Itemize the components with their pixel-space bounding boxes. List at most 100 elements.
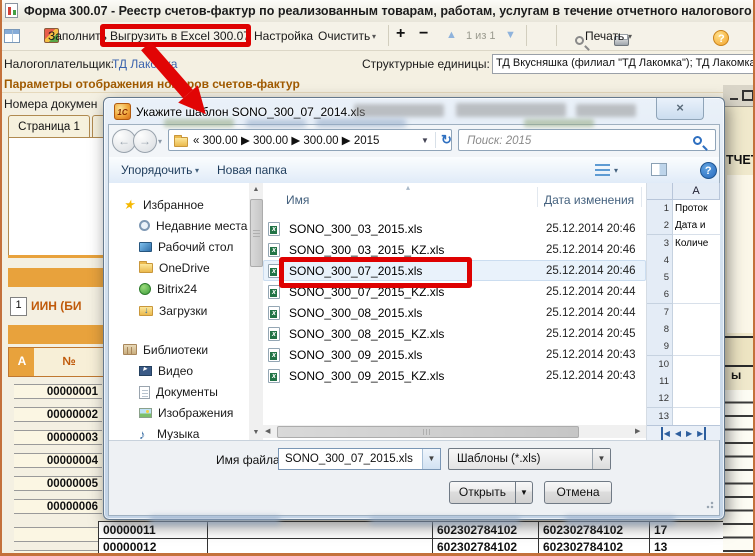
filename-combobox[interactable]: SONO_300_07_2015.xls ▼ [278,448,441,470]
preview-column-header[interactable]: A [673,183,720,200]
file-row[interactable]: SONO_300_09_2015_KZ.xls 25.12.2014 20:43 [263,365,646,386]
sidebar-item[interactable]: Библиотеки [109,339,249,360]
address-bar[interactable]: « 300.00 ▶ 300.00 ▶ 300.00 ▶ 2015 ▼ ↻ [168,129,452,151]
sidebar-item[interactable]: Документы [109,382,249,403]
history-dropdown-icon[interactable]: ▾ [158,137,162,146]
next-sheet-icon[interactable]: ▶ [686,427,692,440]
sidebar-item[interactable]: Видео [109,360,249,381]
cancel-button[interactable]: Отмена [544,481,612,504]
scroll-right-icon[interactable]: ▶ [635,425,640,438]
breadcrumb[interactable]: « 300.00 ▶ 300.00 ▶ 300.00 ▶ 2015 [193,131,413,151]
preview-row[interactable]: 6 [647,286,720,303]
help-icon[interactable]: ? [700,162,717,179]
zoom-in-button[interactable]: + [396,25,405,43]
search-icon[interactable] [693,136,702,145]
sidebar-item-icon [139,428,151,440]
file-row[interactable]: SONO_300_08_2015_KZ.xls 25.12.2014 20:45 [263,323,646,344]
file-row[interactable]: SONO_300_09_2015.xls 25.12.2014 20:43 [263,344,646,365]
print-dropdown-icon[interactable]: ▾ [628,32,632,41]
preview-row[interactable]: 3 Количе [647,235,720,252]
sidebar-item[interactable]: Bitrix24 [109,279,249,300]
scroll-up-icon[interactable]: ▲ [249,183,263,196]
refresh-icon[interactable]: ↻ [441,130,452,150]
table-row[interactable]: 00000001 [14,384,104,399]
column-header-name[interactable]: Имя [286,193,309,207]
redaction-blur [456,103,566,117]
prev-sheet-icon[interactable]: ◀ [675,427,681,440]
minimize-icon[interactable] [730,98,738,100]
preview-row[interactable]: 9 [647,338,720,355]
preview-row[interactable]: 12 [647,390,720,407]
prev-page-icon[interactable]: ▲ [446,29,457,41]
sidebar-item[interactable]: Загрузки [109,300,249,321]
scrollbar-thumb[interactable] [277,426,579,438]
filetype-combobox[interactable]: Шаблоны (*.xls) ▼ [448,448,611,470]
tab-page-1[interactable]: Страница 1 [8,115,90,139]
last-sheet-icon[interactable]: ▶ [697,427,706,440]
preview-pane-icon[interactable] [651,163,667,176]
search-box[interactable]: Поиск: 2015 [458,129,716,151]
scroll-down-icon[interactable]: ▼ [249,426,263,439]
organize-button[interactable]: Упорядочить [121,163,192,177]
preview-row[interactable]: 11 [647,373,720,390]
settings-button[interactable]: Настройка [254,29,313,43]
resize-grip[interactable] [704,499,714,509]
address-dropdown-icon[interactable]: ▼ [421,131,429,151]
preview-row[interactable]: 13 [647,408,720,425]
preview-row[interactable]: 7 [647,304,720,321]
views-dropdown-icon[interactable]: ▾ [614,166,618,175]
sidebar-scrollbar[interactable]: ▲ ▼ [249,183,263,440]
combo-dropdown-icon[interactable]: ▼ [422,449,440,469]
clear-button[interactable]: Очистить [318,29,370,43]
redaction-blur [565,516,675,525]
search-icon[interactable] [575,36,584,45]
table-row[interactable]: 00000006 [14,499,104,514]
file-row[interactable]: SONO_300_08_2015.xls 25.12.2014 20:44 [263,302,646,323]
fill-button[interactable]: Заполнить [48,29,107,43]
table-row[interactable]: 00000003 [14,430,104,445]
sidebar-item[interactable]: Избранное [109,194,249,215]
sidebar-item[interactable]: Музыка [109,424,249,440]
file-row[interactable]: SONO_300_03_2015.xls 25.12.2014 20:46 [263,218,646,239]
preview-row[interactable]: 10 [647,356,720,373]
sidebar-item[interactable]: Рабочий стол [109,236,249,257]
clear-dropdown-icon[interactable]: ▾ [372,32,376,41]
excel-file-icon [268,306,280,320]
new-folder-button[interactable]: Новая папка [217,163,287,177]
search-input[interactable]: Поиск: 2015 [467,131,657,151]
redaction-blur [246,120,306,127]
toolbar-separator [526,25,527,46]
organize-dropdown-icon[interactable]: ▾ [195,166,199,175]
column-header-date[interactable]: Дата изменения [544,193,634,207]
units-input[interactable]: ТД Вкусняшка (филиал "ТД Лакомка"); ТД Л… [492,54,755,74]
help-button[interactable]: ? [713,30,729,46]
table-row[interactable]: 00000002 [14,407,104,422]
table-row[interactable]: 00000005 [14,476,104,491]
views-icon[interactable] [595,164,610,177]
preview-select-all-cell[interactable] [647,183,673,200]
preview-row[interactable]: 4 [647,252,720,269]
open-button[interactable]: Открыть [449,481,516,504]
sidebar-item[interactable]: Недавние места [109,215,249,236]
scrollbar-thumb[interactable] [250,199,263,267]
preview-row[interactable]: 1 Проток [647,200,720,217]
scroll-left-icon[interactable]: ◀ [265,425,270,438]
combo-dropdown-icon[interactable]: ▼ [592,449,610,469]
forward-button[interactable]: → [133,129,157,153]
zoom-out-button[interactable]: − [419,25,428,43]
form-icon[interactable] [4,29,20,43]
sidebar-item[interactable]: OneDrive [109,258,249,279]
next-page-icon[interactable]: ▼ [505,29,516,41]
sidebar-item-icon [139,263,153,273]
open-split-dropdown-icon[interactable]: ▼ [515,481,533,504]
preview-row[interactable]: 2 Дата и [647,217,720,234]
close-button[interactable]: × [656,98,704,120]
print-button[interactable]: Печать [585,29,624,43]
app-titlebar[interactable]: Форма 300.07 - Реестр счетов-фактур по р… [0,0,755,23]
table-row[interactable]: 00000004 [14,453,104,468]
first-sheet-icon[interactable]: ◀ [661,427,670,440]
sidebar-item[interactable]: Изображения [109,403,249,424]
preview-row[interactable]: 8 [647,321,720,338]
file-list-hscrollbar[interactable]: ◀ ▶ [263,425,646,438]
preview-row[interactable]: 5 [647,269,720,286]
